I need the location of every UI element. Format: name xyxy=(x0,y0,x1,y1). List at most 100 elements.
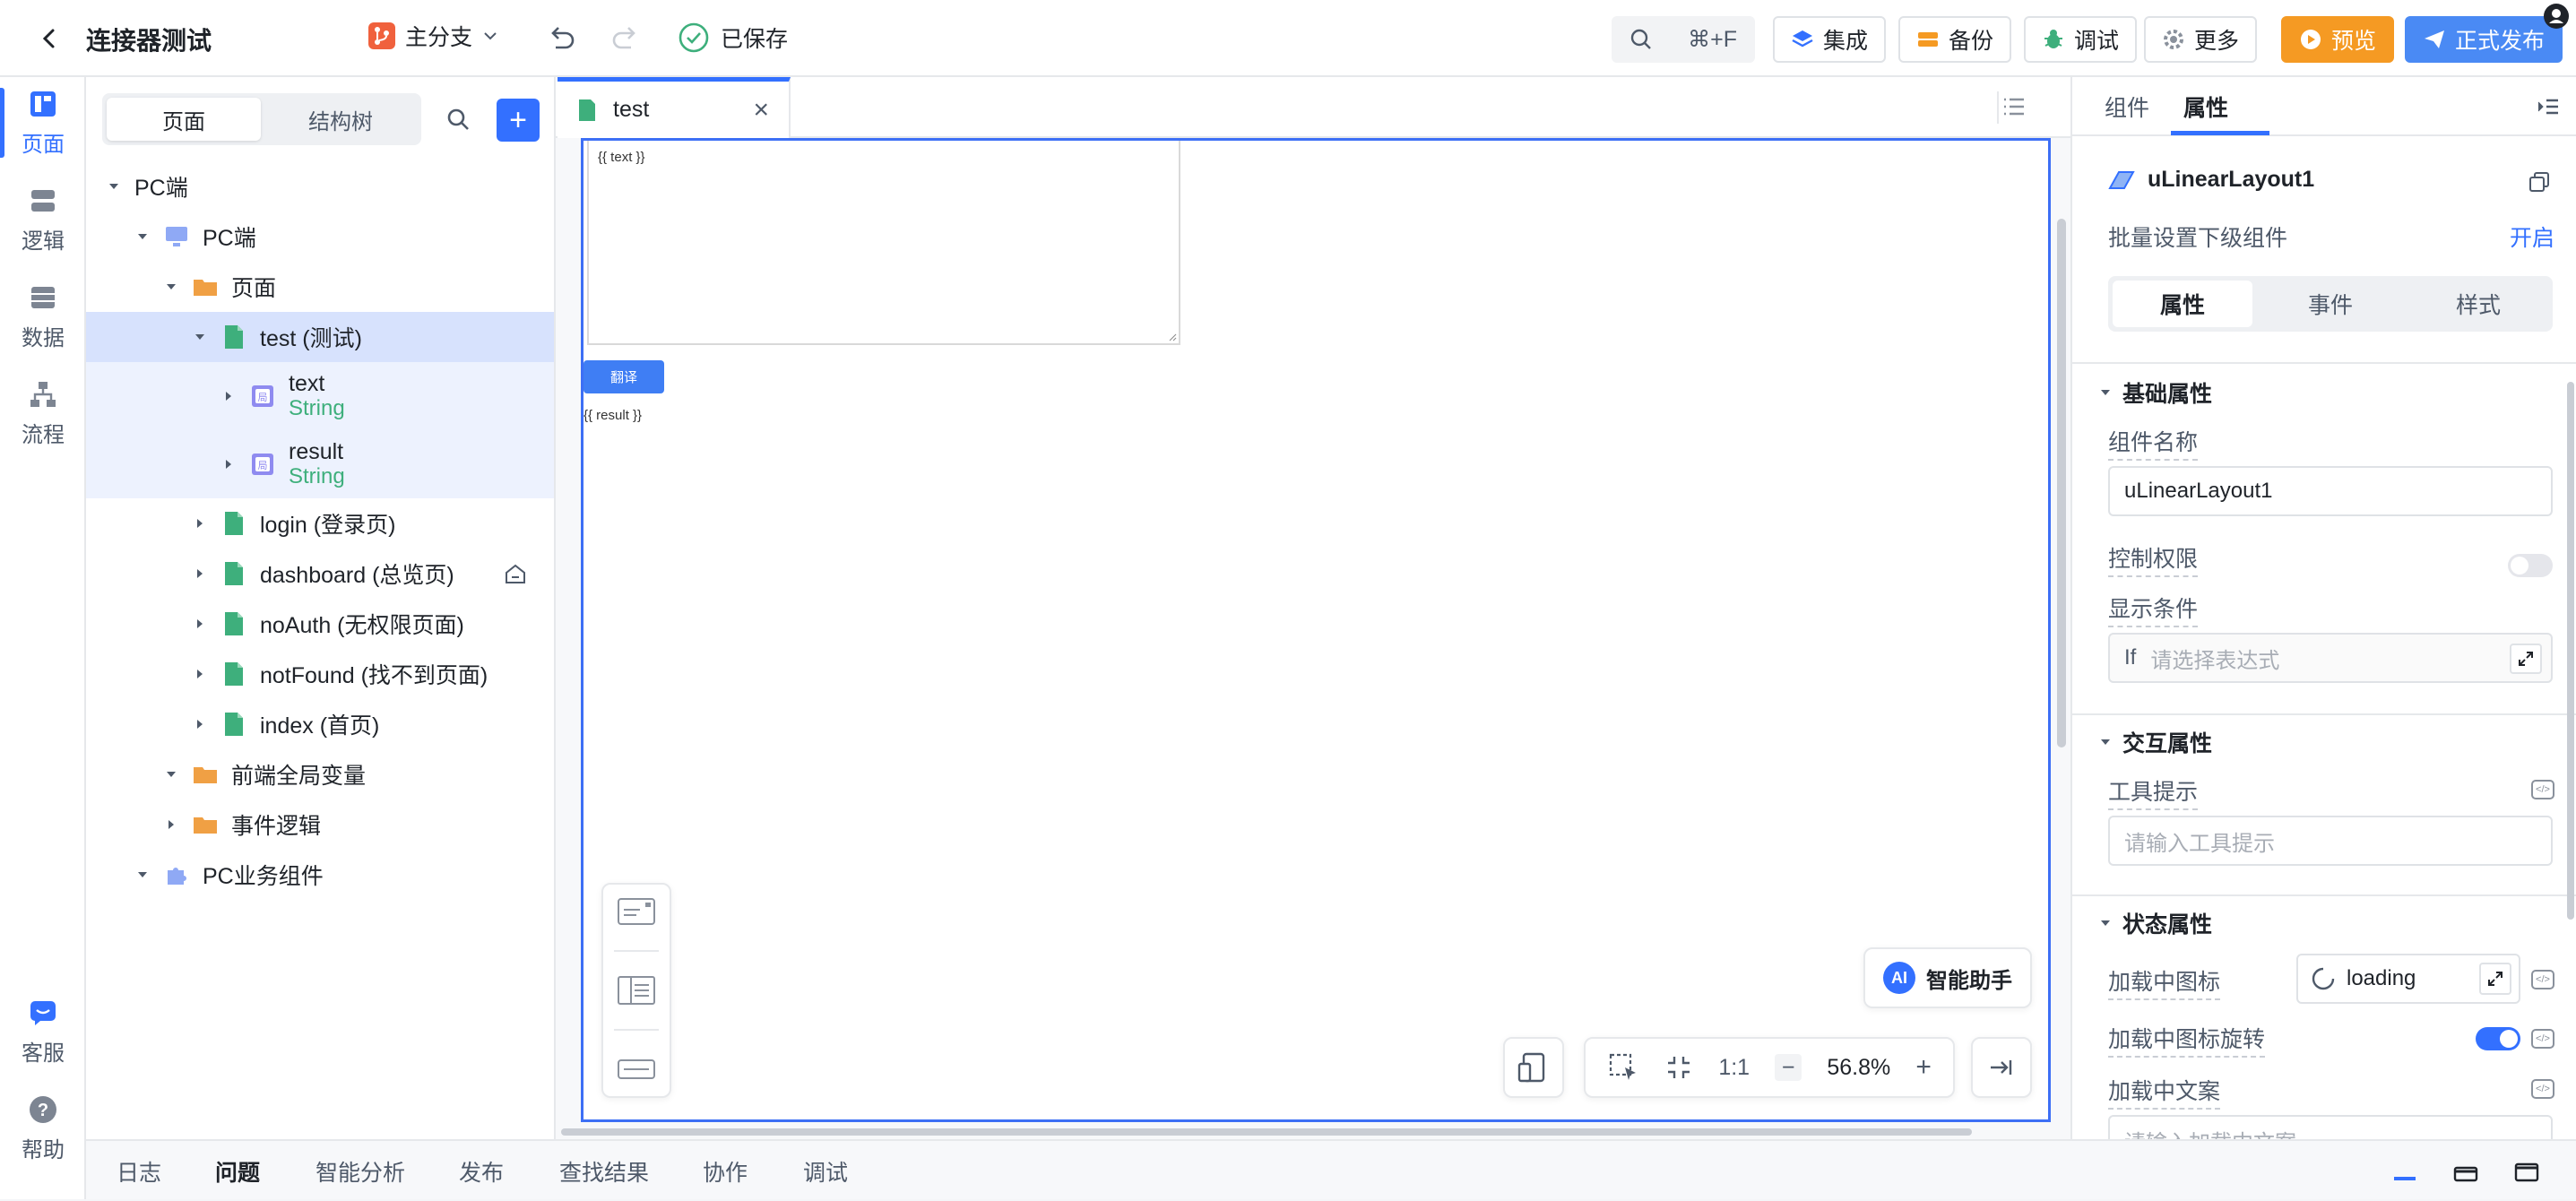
redo-icon[interactable] xyxy=(609,22,642,55)
zoom-out-button[interactable]: − xyxy=(1775,1054,1802,1081)
backup-button[interactable]: 备份 xyxy=(1898,16,2012,63)
rail-item-flow[interactable]: 流程 xyxy=(0,369,86,457)
tree-row-variable[interactable]: 局 text String xyxy=(86,362,554,430)
dock-full-icon[interactable] xyxy=(2513,1161,2540,1184)
device-switch-button[interactable] xyxy=(1503,1037,1564,1098)
translate-button[interactable]: 翻译 xyxy=(583,360,664,393)
code-binding-icon[interactable]: </> xyxy=(2531,1079,2554,1099)
rail-item-help[interactable]: ? 帮助 xyxy=(0,1084,86,1172)
undo-icon[interactable] xyxy=(545,22,577,55)
page-frame[interactable]: {{ text }} 翻译 {{ result }} AI 智能助手 1:1 −… xyxy=(581,138,2051,1122)
ai-assistant-button[interactable]: AI 智能助手 xyxy=(1863,947,2032,1008)
tab-issues[interactable]: 问题 xyxy=(215,1141,260,1201)
tab-smart-analysis[interactable]: 智能分析 xyxy=(316,1141,405,1201)
branch-selector[interactable]: 主分支 xyxy=(367,20,499,52)
tree-row[interactable]: notFound (找不到页面) xyxy=(86,649,554,699)
state-properties-header[interactable]: 状态属性 xyxy=(2099,907,2212,939)
seg-events[interactable]: 事件 xyxy=(2260,281,2400,327)
code-binding-icon[interactable]: </> xyxy=(2531,1029,2554,1049)
tab-log[interactable]: 日志 xyxy=(117,1141,161,1201)
select-area-icon[interactable] xyxy=(1607,1051,1639,1084)
tree-row[interactable]: PC端 xyxy=(86,161,554,212)
rail-item-data[interactable]: 数据 xyxy=(0,272,86,360)
ratio-button[interactable]: 1:1 xyxy=(1718,1055,1750,1081)
publish-button[interactable]: 正式发布 xyxy=(2405,16,2563,63)
rail-item-logic[interactable]: 逻辑 xyxy=(0,176,86,264)
permission-toggle[interactable] xyxy=(2508,554,2553,577)
close-icon[interactable]: × xyxy=(753,95,769,125)
rail-item-support[interactable]: 客服 xyxy=(0,988,86,1076)
tab-search-results[interactable]: 查找结果 xyxy=(559,1141,649,1201)
tree-row[interactable]: noAuth (无权限页面) xyxy=(86,599,554,649)
tooltip-input[interactable]: 请输入工具提示 xyxy=(2108,816,2553,866)
tree-row[interactable]: 事件逻辑 xyxy=(86,799,554,850)
outline-list-icon[interactable] xyxy=(2001,93,2027,120)
tab-properties[interactable]: 属性 xyxy=(2183,77,2228,136)
seg-style[interactable]: 样式 xyxy=(2408,281,2548,327)
text-textarea[interactable]: {{ text }} xyxy=(587,141,1180,345)
tab-debug[interactable]: 调试 xyxy=(803,1141,848,1201)
panel-collapse-icon[interactable] xyxy=(2535,95,2560,118)
loading-text-input[interactable]: 请输入加载中文案 xyxy=(2108,1115,2553,1139)
device-icon xyxy=(1517,1051,1551,1084)
seg-properties[interactable]: 属性 xyxy=(2113,281,2252,327)
zoom-in-button[interactable]: + xyxy=(1915,1052,1932,1083)
tree-row[interactable]: index (首页) xyxy=(86,699,554,749)
search-icon[interactable] xyxy=(445,106,471,133)
copy-icon[interactable] xyxy=(2528,170,2551,194)
expand-icon[interactable] xyxy=(2510,644,2542,674)
dock-half-icon[interactable] xyxy=(2452,1161,2479,1184)
loading-icon-picker[interactable]: loading xyxy=(2296,954,2520,1004)
debug-button[interactable]: 调试 xyxy=(2024,16,2138,63)
tree-row[interactable]: login (登录页) xyxy=(86,498,554,549)
caret-down-icon xyxy=(163,766,179,782)
code-binding-icon[interactable]: </> xyxy=(2531,780,2554,799)
input-box-icon[interactable] xyxy=(617,1053,656,1085)
user-badge-icon[interactable] xyxy=(2542,2,2571,30)
back-icon[interactable] xyxy=(36,25,63,52)
resize-handle-icon[interactable] xyxy=(1168,333,1177,341)
rail-item-page[interactable]: 页面 xyxy=(0,79,86,167)
tab-component[interactable]: 组件 xyxy=(2105,77,2149,136)
add-page-button[interactable]: + xyxy=(497,99,540,142)
integrate-button[interactable]: 集成 xyxy=(1773,16,1887,63)
tree-row[interactable]: 前端全局变量 xyxy=(86,749,554,799)
tree-row[interactable]: 页面 xyxy=(86,262,554,312)
tab-structure-tree[interactable]: 结构树 xyxy=(264,98,418,141)
horizontal-scrollbar[interactable] xyxy=(561,1128,1972,1136)
condition-input[interactable]: If 请选择表达式 xyxy=(2108,633,2553,683)
batch-enable-link[interactable]: 开启 xyxy=(2510,220,2554,253)
result-binding-text: {{ result }} xyxy=(583,408,643,423)
tree-row-selected[interactable]: test (测试) xyxy=(86,312,554,362)
tree-row-variable[interactable]: 局 result String xyxy=(86,430,554,498)
home-icon[interactable] xyxy=(504,563,527,584)
form-card-icon[interactable] xyxy=(617,895,656,928)
fit-screen-icon[interactable] xyxy=(1664,1053,1693,1082)
divider xyxy=(614,1028,659,1031)
collapse-panel-button[interactable] xyxy=(1971,1037,2032,1098)
sidebar-layout-icon[interactable] xyxy=(617,974,656,1007)
vertical-scrollbar[interactable] xyxy=(2057,219,2066,747)
loading-icon-value: loading xyxy=(2347,966,2416,990)
tree-row[interactable]: dashboard (总览页) xyxy=(86,549,554,599)
expand-icon[interactable] xyxy=(2479,963,2511,995)
tab-publish[interactable]: 发布 xyxy=(459,1141,504,1201)
editor-tab-test[interactable]: test × xyxy=(558,77,791,138)
search-button[interactable]: ⌘+F xyxy=(1612,16,1755,63)
dock-bottom-icon[interactable] xyxy=(2391,1161,2418,1184)
divider xyxy=(1997,91,1999,124)
tab-page[interactable]: 页面 xyxy=(107,98,261,141)
component-name-input[interactable]: uLinearLayout1 xyxy=(2108,466,2553,516)
tree-row-label: dashboard (总览页) xyxy=(260,563,454,588)
more-button[interactable]: 更多 xyxy=(2144,16,2258,63)
tree-row[interactable]: PC端 xyxy=(86,212,554,262)
panel-scrollbar[interactable] xyxy=(2567,382,2574,920)
basic-properties-header[interactable]: 基础属性 xyxy=(2099,376,2212,409)
tab-collaboration[interactable]: 协作 xyxy=(703,1141,748,1201)
tree-row[interactable]: PC业务组件 xyxy=(86,850,554,900)
interaction-properties-header[interactable]: 交互属性 xyxy=(2099,726,2212,758)
active-tab-indicator xyxy=(2171,131,2269,135)
loading-rotate-toggle[interactable] xyxy=(2476,1027,2520,1050)
preview-button[interactable]: 预览 xyxy=(2281,16,2395,63)
code-binding-icon[interactable]: </> xyxy=(2531,970,2554,989)
